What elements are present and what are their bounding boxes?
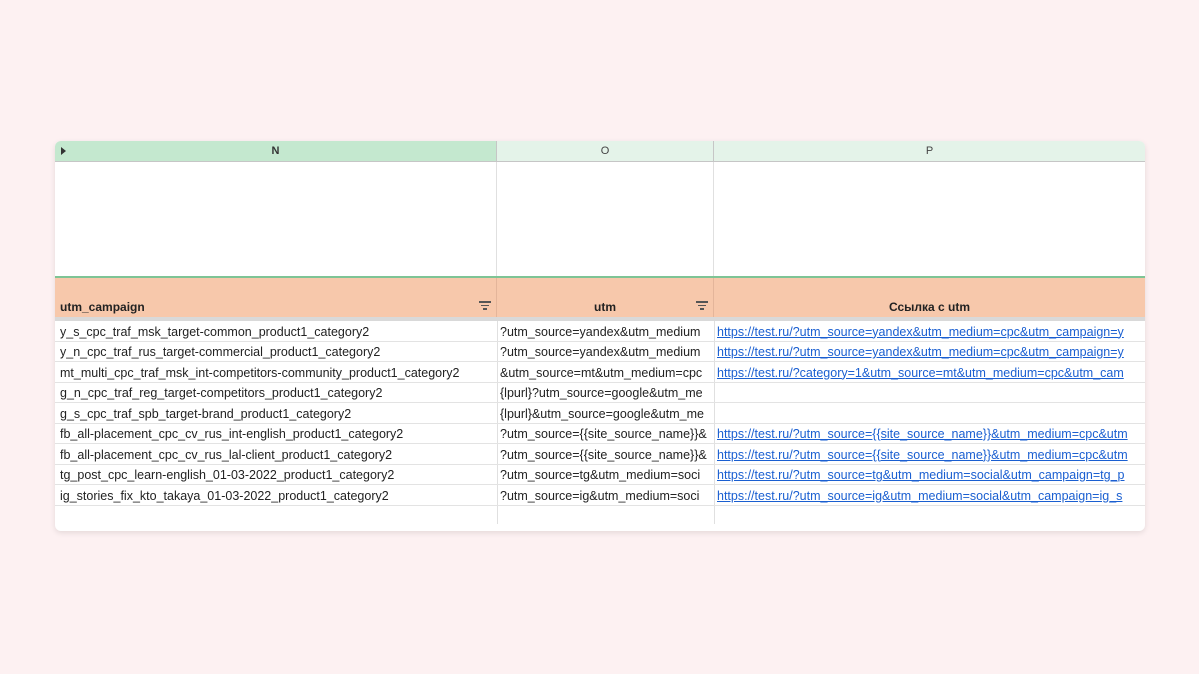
table-row: g_s_cpc_traf_spb_target-brand_product1_c… [55, 403, 1145, 424]
expand-arrow-icon[interactable] [61, 147, 66, 155]
campaign-cell[interactable]: g_s_cpc_traf_spb_target-brand_product1_c… [60, 407, 496, 421]
table-row: fb_all-placement_cpc_cv_rus_lal-client_p… [55, 444, 1145, 465]
table-row: tg_post_cpc_learn-english_01-03-2022_pro… [55, 465, 1145, 485]
column-header-n[interactable]: N [55, 141, 497, 161]
utm-cell[interactable]: ?utm_source=ig&utm_medium=soci [500, 489, 713, 503]
header-cell-utm[interactable]: utm [497, 278, 714, 317]
link-cell[interactable]: https://test.ru/?category=1&utm_source=m… [717, 366, 1145, 380]
column-header-o[interactable]: O [497, 141, 714, 161]
campaign-cell[interactable]: y_s_cpc_traf_msk_target-common_product1_… [60, 325, 496, 339]
blank-cell[interactable] [55, 162, 497, 276]
empty-row[interactable] [55, 506, 1145, 524]
campaign-cell[interactable]: ig_stories_fix_kto_takaya_01-03-2022_pro… [60, 489, 496, 503]
campaign-cell[interactable]: g_n_cpc_traf_reg_target-competitors_prod… [60, 386, 496, 400]
utm-cell[interactable]: {lpurl}&utm_source=google&utm_me [500, 407, 713, 421]
campaign-cell[interactable]: tg_post_cpc_learn-english_01-03-2022_pro… [60, 468, 496, 482]
table-row: mt_multi_cpc_traf_msk_int-competitors-co… [55, 362, 1145, 383]
campaign-cell[interactable]: fb_all-placement_cpc_cv_rus_int-english_… [60, 427, 496, 441]
table-row: y_n_cpc_traf_rus_target-commercial_produ… [55, 342, 1145, 362]
utm-cell[interactable]: ?utm_source={{site_source_name}}& [500, 448, 713, 462]
campaign-cell[interactable]: fb_all-placement_cpc_cv_rus_lal-client_p… [60, 448, 496, 462]
utm-cell[interactable]: {lpurl}?utm_source=google&utm_me [500, 386, 713, 400]
campaign-cell[interactable]: mt_multi_cpc_traf_msk_int-competitors-co… [60, 366, 496, 380]
link-cell[interactable]: https://test.ru/?utm_source=yandex&utm_m… [717, 345, 1145, 359]
table-row: y_s_cpc_traf_msk_target-common_product1_… [55, 321, 1145, 342]
link-cell[interactable]: https://test.ru/?utm_source={{site_sourc… [717, 448, 1145, 462]
campaign-cell[interactable]: y_n_cpc_traf_rus_target-commercial_produ… [60, 345, 496, 359]
link-cell[interactable]: https://test.ru/?utm_source={{site_sourc… [717, 427, 1145, 441]
header-cell-link[interactable]: Ссылка с utm [714, 278, 1145, 317]
blank-cell[interactable] [714, 162, 1145, 276]
spreadsheet: N O P utm_campaign utm Ссылка с utm y_s_… [55, 141, 1145, 531]
table-row: g_n_cpc_traf_reg_target-competitors_prod… [55, 383, 1145, 403]
table-row: ig_stories_fix_kto_takaya_01-03-2022_pro… [55, 485, 1145, 506]
header-row: utm_campaign utm Ссылка с utm [55, 278, 1145, 317]
utm-cell[interactable]: ?utm_source={{site_source_name}}& [500, 427, 713, 441]
column-header-p[interactable]: P [714, 141, 1145, 161]
link-cell[interactable]: https://test.ru/?utm_source=yandex&utm_m… [717, 325, 1145, 339]
utm-cell[interactable]: ?utm_source=tg&utm_medium=soci [500, 468, 713, 482]
blank-cell[interactable] [497, 162, 714, 276]
filter-icon[interactable] [479, 301, 491, 311]
header-cell-utm-campaign[interactable]: utm_campaign [55, 278, 497, 317]
filter-icon[interactable] [696, 301, 708, 311]
link-cell[interactable]: https://test.ru/?utm_source=ig&utm_mediu… [717, 489, 1145, 503]
utm-cell[interactable]: ?utm_source=yandex&utm_medium [500, 325, 713, 339]
utm-cell[interactable]: &utm_source=mt&utm_medium=cpc [500, 366, 713, 380]
data-rows: y_s_cpc_traf_msk_target-common_product1_… [55, 321, 1145, 524]
link-cell[interactable]: https://test.ru/?utm_source=tg&utm_mediu… [717, 468, 1145, 482]
column-headers: N O P [55, 141, 1145, 162]
table-row: fb_all-placement_cpc_cv_rus_int-english_… [55, 424, 1145, 444]
utm-cell[interactable]: ?utm_source=yandex&utm_medium [500, 345, 713, 359]
